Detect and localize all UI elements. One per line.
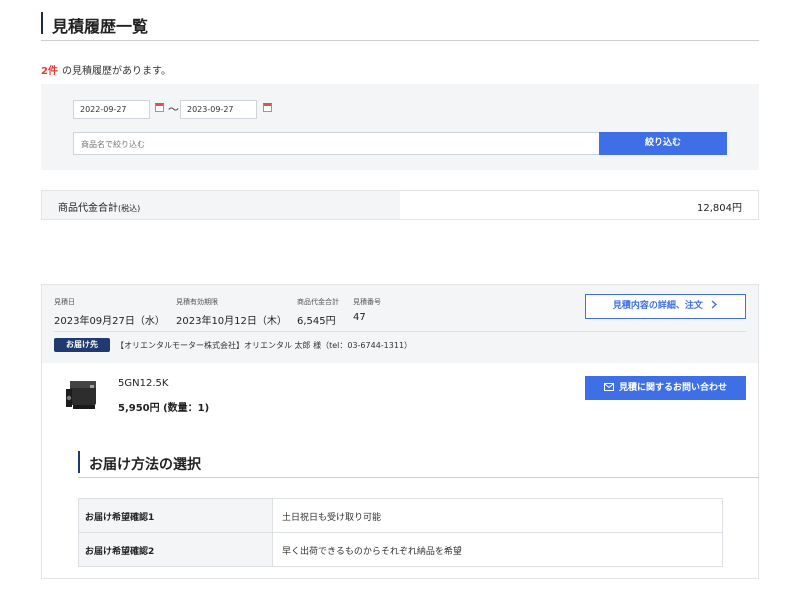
total-row: 商品代金合計(税込) 12,804円 xyxy=(41,190,759,220)
delivery-option-value: 早く出荷できるものからそれぞれ納品を希望 xyxy=(282,547,462,557)
destination-text: 【オリエンタルモーター株式会社】オリエンタル 太郎 様（tel：03-6744-… xyxy=(116,341,413,350)
filter-panel: 2022-09-27 〜 2023-09-27 商品名で絞り込む 絞り込む xyxy=(41,84,759,170)
product-name[interactable]: 5GN12.5K xyxy=(118,378,168,389)
delivery-option-label: お届け希望確認1 xyxy=(79,499,273,532)
chevron-right-icon xyxy=(711,300,718,309)
date-to-input[interactable]: 2023-09-27 xyxy=(180,100,257,119)
quote-header: 見積日 2023年09月27日（水） 見積有効期限 2023年10月12日（木）… xyxy=(42,285,758,363)
filter-button[interactable]: 絞り込む xyxy=(599,132,727,155)
quote-inquiry-button[interactable]: 見積に関するお問い合わせ xyxy=(585,376,746,400)
quote-card: 見積日 2023年09月27日（水） 見積有効期限 2023年10月12日（木）… xyxy=(41,284,759,579)
mail-icon xyxy=(603,383,614,391)
header-divider xyxy=(54,331,746,332)
title-accent-bar xyxy=(41,12,43,34)
quote-expiry: 見積有効期限 2023年10月12日（木） xyxy=(176,298,287,327)
delivery-section-title-text: お届け方法の選択 xyxy=(89,457,201,473)
date-separator: 〜 xyxy=(168,103,179,116)
table-row: お届け希望確認2 早く出荷できるものからそれぞれ納品を希望 xyxy=(79,533,722,567)
result-count-line: 2件 の見積履歴があります。 xyxy=(41,62,171,77)
total-label: 商品代金合計(税込) xyxy=(42,191,400,219)
page-title-text: 見積履歴一覧 xyxy=(52,17,149,36)
delivery-option-value: 土日祝日も受け取り可能 xyxy=(282,513,382,523)
product-price: 5,950円 (数量：1) xyxy=(118,403,210,414)
delivery-section-title: お届け方法の選択 xyxy=(78,451,759,478)
section-accent-bar xyxy=(78,451,80,473)
table-row: お届け希望確認1 土日祝日も受け取り可能 xyxy=(79,499,722,533)
delivery-options-table: お届け希望確認1 土日祝日も受け取り可能 お届け希望確認2 早く出荷できるものか… xyxy=(78,498,723,567)
result-count-text: の見積履歴があります。 xyxy=(61,66,171,77)
page-title: 見積履歴一覧 xyxy=(41,12,759,41)
quote-detail-button[interactable]: 見積内容の詳細、注文 xyxy=(585,294,746,319)
result-count: 2件 xyxy=(41,66,58,77)
quote-number: 見積番号 47 xyxy=(353,298,381,323)
destination-badge: お届け先 xyxy=(54,338,110,352)
total-value: 12,804円 xyxy=(697,203,742,214)
product-search-input[interactable]: 商品名で絞り込む xyxy=(73,132,599,155)
product-image xyxy=(66,381,96,409)
delivery-option-label: お届け希望確認2 xyxy=(79,533,273,566)
calendar-from-icon[interactable] xyxy=(155,103,164,112)
calendar-to-icon[interactable] xyxy=(263,103,272,112)
date-from-input[interactable]: 2022-09-27 xyxy=(73,100,150,119)
quote-subtotal: 商品代金合計 6,545円 xyxy=(297,298,339,327)
quote-date: 見積日 2023年09月27日（水） xyxy=(54,298,165,327)
